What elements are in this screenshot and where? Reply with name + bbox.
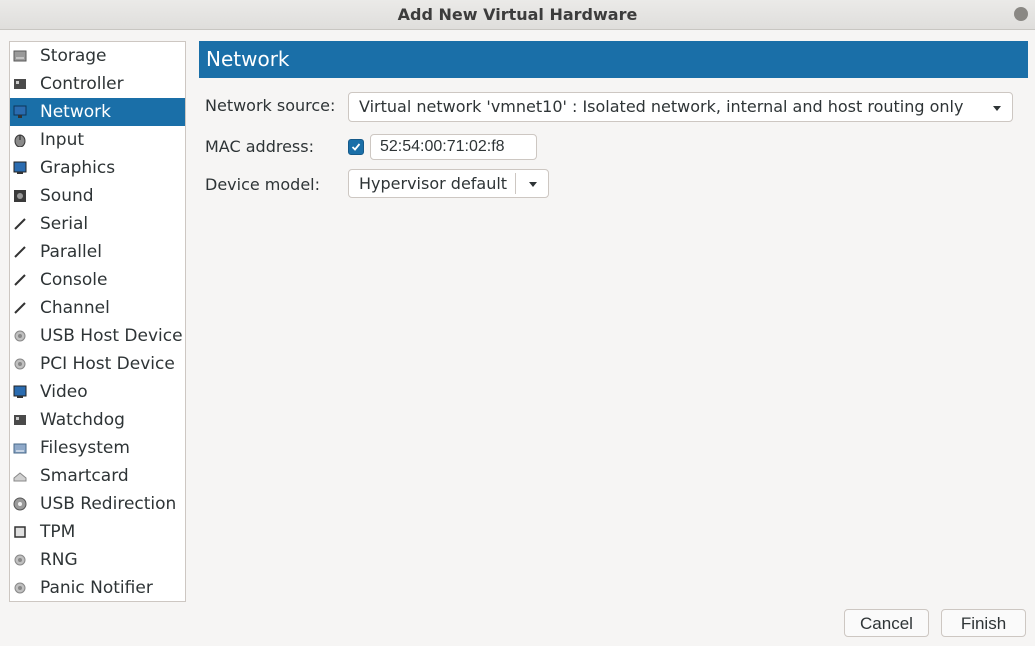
finish-button[interactable]: Finish	[941, 609, 1026, 637]
sidebar-item-label: USB Host Device	[40, 326, 183, 346]
sidebar-item-parallel[interactable]: Parallel	[10, 238, 185, 266]
sidebar-item-storage[interactable]: Storage	[10, 42, 185, 70]
sidebar-item-pci-host-device[interactable]: PCI Host Device	[10, 350, 185, 378]
tpm-icon	[13, 525, 27, 539]
hardware-type-list[interactable]: Storage Controller Network Input Graphic…	[9, 41, 186, 602]
sidebar-item-label: Storage	[40, 46, 107, 66]
sidebar-item-label: Watchdog	[40, 410, 125, 430]
pci-host-device-icon	[13, 357, 27, 371]
sidebar-item-panic-notifier[interactable]: Panic Notifier	[10, 574, 185, 601]
sidebar-item-network[interactable]: Network	[10, 98, 185, 126]
smartcard-icon	[13, 469, 27, 483]
sidebar-item-filesystem[interactable]: Filesystem	[10, 434, 185, 462]
network-icon	[13, 105, 27, 119]
usb-host-device-icon	[13, 329, 27, 343]
mac-address-label: MAC address:	[205, 137, 314, 156]
sidebar-item-label: PCI Host Device	[40, 354, 175, 374]
sidebar-item-serial[interactable]: Serial	[10, 210, 185, 238]
sidebar-item-label: Input	[40, 130, 85, 150]
sidebar-item-label: Filesystem	[40, 438, 130, 458]
mac-address-checkbox[interactable]	[348, 139, 364, 155]
input-icon	[13, 133, 27, 147]
sidebar-item-smartcard[interactable]: Smartcard	[10, 462, 185, 490]
parallel-icon	[13, 245, 27, 259]
panic-notifier-icon	[13, 581, 27, 595]
network-source-value: Virtual network 'vmnet10' : Isolated net…	[359, 97, 964, 116]
title-bar: Add New Virtual Hardware	[0, 0, 1035, 30]
sidebar-item-label: Channel	[40, 298, 110, 318]
sidebar-item-usb-redirection[interactable]: USB Redirection	[10, 490, 185, 518]
sidebar-item-label: Video	[40, 382, 88, 402]
sidebar-item-controller[interactable]: Controller	[10, 70, 185, 98]
sidebar-item-graphics[interactable]: Graphics	[10, 154, 185, 182]
device-model-combo[interactable]: Hypervisor default	[348, 169, 549, 198]
sidebar-item-label: Graphics	[40, 158, 116, 178]
window-title: Add New Virtual Hardware	[397, 5, 638, 24]
chevron-down-icon[interactable]	[529, 182, 537, 187]
sidebar-item-label: Console	[40, 270, 108, 290]
sidebar-item-sound[interactable]: Sound	[10, 182, 185, 210]
serial-icon	[13, 217, 27, 231]
sidebar-item-tpm[interactable]: TPM	[10, 518, 185, 546]
details-panel: Network Network source: Virtual network …	[199, 41, 1028, 601]
sidebar-item-label: RNG	[40, 550, 78, 570]
rng-icon	[13, 553, 27, 567]
check-icon	[351, 143, 361, 151]
video-icon	[13, 385, 27, 399]
console-icon	[13, 273, 27, 287]
sidebar-item-label: Network	[40, 102, 111, 122]
sidebar-item-label: Smartcard	[40, 466, 129, 486]
sidebar-item-channel[interactable]: Channel	[10, 294, 185, 322]
chevron-down-icon	[993, 106, 1001, 111]
cancel-button[interactable]: Cancel	[844, 609, 929, 637]
window-menu-icon[interactable]	[1014, 7, 1028, 21]
filesystem-icon	[13, 441, 27, 455]
sidebar-item-usb-host-device[interactable]: USB Host Device	[10, 322, 185, 350]
network-source-label: Network source:	[205, 96, 336, 115]
device-model-label: Device model:	[205, 175, 321, 194]
sidebar-item-label: Parallel	[40, 242, 102, 262]
sidebar-item-console[interactable]: Console	[10, 266, 185, 294]
sidebar-item-video[interactable]: Video	[10, 378, 185, 406]
sidebar-item-label: TPM	[40, 522, 76, 542]
sound-icon	[13, 189, 27, 203]
channel-icon	[13, 301, 27, 315]
mac-address-field[interactable]	[370, 134, 537, 160]
sidebar-item-watchdog[interactable]: Watchdog	[10, 406, 185, 434]
usb-redirection-icon	[13, 497, 27, 511]
sidebar-item-label: Controller	[40, 74, 124, 94]
combo-divider	[515, 173, 516, 194]
sidebar-item-input[interactable]: Input	[10, 126, 185, 154]
watchdog-icon	[13, 413, 27, 427]
sidebar-item-rng[interactable]: RNG	[10, 546, 185, 574]
network-source-combo[interactable]: Virtual network 'vmnet10' : Isolated net…	[348, 92, 1013, 122]
section-title: Network	[199, 41, 1028, 78]
sidebar-item-label: USB Redirection	[40, 494, 177, 514]
sidebar-item-label: Serial	[40, 214, 89, 234]
device-model-value: Hypervisor default	[359, 174, 508, 193]
controller-icon	[13, 77, 27, 91]
storage-icon	[13, 49, 27, 63]
graphics-icon	[13, 161, 27, 175]
sidebar-item-label: Panic Notifier	[40, 578, 153, 598]
sidebar-item-label: Sound	[40, 186, 94, 206]
